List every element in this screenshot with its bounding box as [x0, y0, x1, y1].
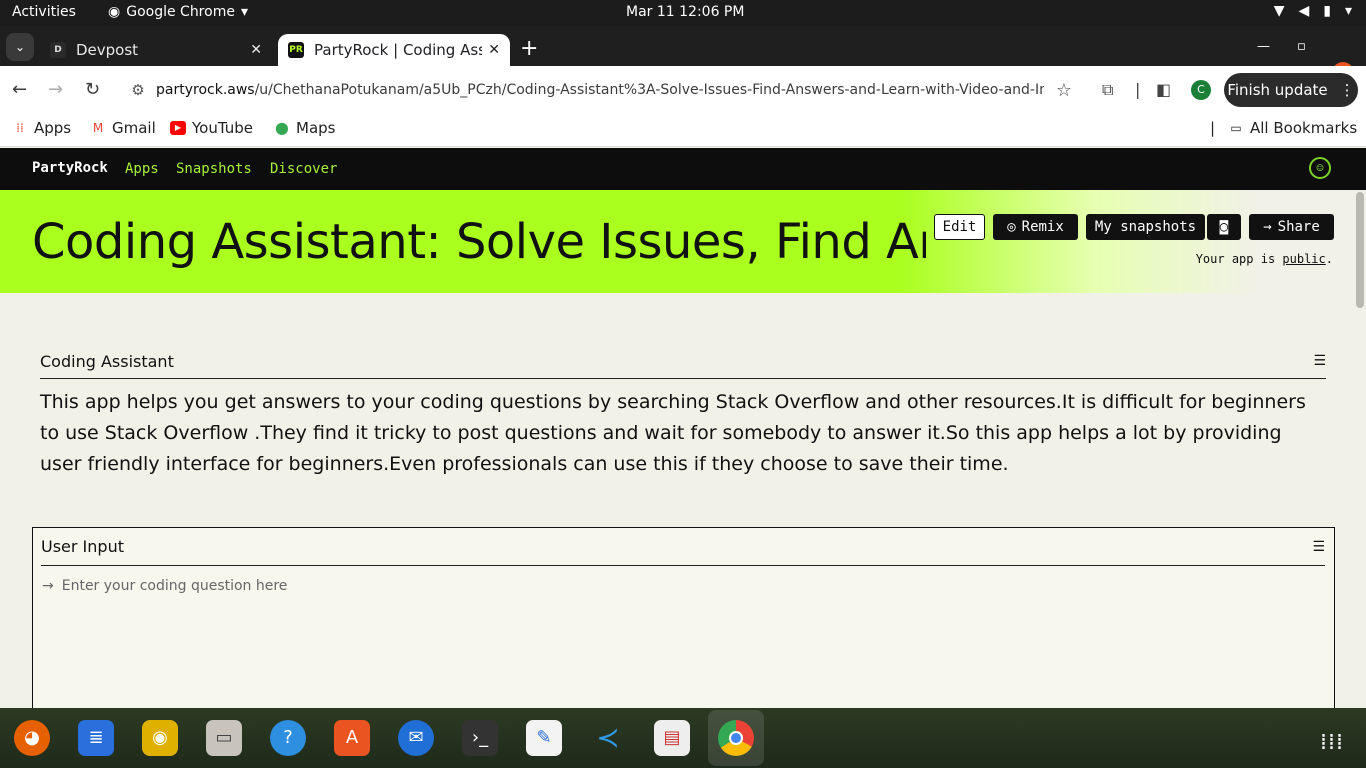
tab-search-button[interactable]: ⌄	[6, 33, 34, 61]
bookmark-maps[interactable]: ⬤ Maps	[274, 119, 335, 137]
help-icon[interactable]: ?	[270, 720, 306, 756]
camera-icon: ◙	[1219, 219, 1229, 235]
youtube-icon: ▶	[170, 121, 186, 135]
divider-icon: |	[1135, 80, 1141, 99]
share-button[interactable]: → Share	[1249, 214, 1334, 240]
remix-icon: ◎	[1007, 219, 1016, 235]
remix-button[interactable]: ◎ Remix	[993, 214, 1078, 240]
gmail-icon: M	[92, 121, 104, 135]
partyrock-logo[interactable]: PartyRock	[32, 160, 108, 176]
edit-button[interactable]: Edit	[934, 214, 985, 240]
app-menu-label: Google Chrome	[126, 4, 235, 20]
battery-icon: ▮	[1323, 3, 1331, 19]
extensions-icon[interactable]: ⧉	[1102, 80, 1113, 100]
bookmark-separator: |	[1210, 119, 1216, 137]
settings-sliders-icon[interactable]: ☰	[1312, 539, 1325, 555]
tab-strip: ⌄ D Devpost ✕ PR PartyRock | Coding Assi…	[0, 26, 1366, 84]
minimize-button[interactable]: —	[1257, 39, 1270, 54]
activities-button[interactable]: Activities	[12, 4, 76, 20]
url-text[interactable]: partyrock.aws/u/ChethanaPotukanam/a5Ub_P…	[156, 82, 1044, 98]
nav-discover[interactable]: Discover	[270, 161, 337, 177]
settings-sliders-icon[interactable]: ☰	[1313, 353, 1326, 369]
rhythmbox-icon[interactable]: ◉	[142, 720, 178, 756]
page-scrollbar[interactable]	[1356, 192, 1364, 308]
visibility-status: Your app is public.	[1195, 252, 1333, 266]
bookmark-gmail[interactable]: M Gmail	[90, 119, 156, 137]
my-snapshots-button[interactable]: My snapshots	[1086, 214, 1205, 240]
chrome-small-icon: ◉	[108, 4, 121, 20]
partyrock-favicon-icon: PR	[288, 42, 304, 58]
browser-toolbar: ← → ↻ ⚙ partyrock.aws/u/ChethanaPotukana…	[0, 66, 1366, 114]
camera-button[interactable]: ◙	[1207, 214, 1241, 240]
user-input-widget: User Input ☰ → Enter your coding questio…	[32, 527, 1335, 717]
site-info-icon[interactable]: ⚙	[120, 81, 156, 99]
wifi-icon: ▼	[1273, 3, 1285, 19]
vscode-icon[interactable]: ≺	[590, 720, 626, 756]
chrome-icon[interactable]	[718, 720, 754, 756]
forward-button[interactable]: →	[48, 79, 63, 100]
tab-title: Devpost	[76, 41, 139, 59]
widget-description: This app helps you get answers to your c…	[40, 391, 1306, 475]
bookmarks-bar: ⁞⁞ Apps M Gmail ▶ YouTube ⬤ Maps | ▭ All Book…	[0, 114, 1366, 147]
system-top-bar: Activities ◉ Google Chrome ▾ Mar 11 12:0…	[0, 0, 1366, 26]
kebab-menu-icon: ⋮	[1339, 81, 1355, 99]
widget-title: User Input	[41, 537, 124, 556]
question-input[interactable]: → Enter your coding question here	[42, 578, 1325, 594]
tab-partyrock[interactable]: PR PartyRock | Coding Assis ✕	[278, 34, 510, 66]
chevron-down-icon: ▾	[240, 4, 248, 20]
tab-devpost[interactable]: D Devpost ✕	[40, 34, 272, 66]
finish-update-button[interactable]: Finish update ⋮	[1224, 73, 1358, 107]
public-link[interactable]: public	[1282, 252, 1325, 266]
widget-title: Coding Assistant	[40, 351, 174, 371]
show-apps-grid-icon[interactable]: ⁞⁞⁞	[1320, 730, 1344, 755]
firefox-icon[interactable]: ◕	[14, 720, 50, 756]
all-bookmarks-button[interactable]: ▭ All Bookmarks	[1228, 119, 1357, 137]
devpost-favicon-icon: D	[50, 42, 66, 58]
app-title: Coding Assistant: Solve Issues, Find Ans…	[32, 214, 926, 270]
back-button[interactable]: ←	[12, 79, 27, 100]
tab-title: PartyRock | Coding Assis	[314, 41, 483, 59]
folder-icon: ▭	[1230, 121, 1242, 135]
nav-snapshots[interactable]: Snapshots	[176, 161, 252, 177]
app-menu[interactable]: ◉ Google Chrome ▾	[108, 4, 248, 20]
chevron-down-icon: ▾	[1344, 3, 1352, 19]
close-icon[interactable]: ✕	[488, 42, 500, 58]
reload-button[interactable]: ↻	[85, 79, 100, 100]
volume-icon: ◀	[1298, 3, 1310, 19]
new-tab-button[interactable]: +	[520, 36, 538, 61]
terminal-icon[interactable]: ›_	[462, 720, 498, 756]
dock: ◕ ≣ ◉ ▭ ? A ✉ ›_ ✎ ≺ ▤ ⁞⁞⁞	[0, 708, 1366, 768]
text-editor-icon[interactable]: ✎	[526, 720, 562, 756]
share-arrow-icon: →	[1263, 219, 1272, 235]
nav-apps[interactable]: Apps	[125, 161, 159, 177]
bookmark-star-icon[interactable]: ☆	[1044, 80, 1084, 101]
writer-icon[interactable]: ≣	[78, 720, 114, 756]
input-placeholder: Enter your coding question here	[61, 578, 288, 594]
maps-pin-icon: ⬤	[275, 121, 289, 135]
about-widget: Coding Assistant ☰ This app helps you ge…	[40, 344, 1326, 480]
maximize-button[interactable]: ▫	[1297, 39, 1306, 54]
app-center-icon[interactable]: A	[334, 720, 370, 756]
arrow-right-icon: →	[42, 578, 54, 594]
account-smiley-icon[interactable]: ☺	[1309, 157, 1331, 179]
app-header: Coding Assistant: Solve Issues, Find Ans…	[0, 190, 1366, 293]
partyrock-nav: PartyRock Apps Snapshots Discover ☺	[0, 148, 1366, 190]
address-bar[interactable]: ⚙ partyrock.aws/u/ChethanaPotukanam/a5Ub…	[120, 72, 1084, 108]
side-panel-icon[interactable]: ◧	[1156, 80, 1171, 99]
system-tray[interactable]: ▼ ◀ ▮ ▾	[1274, 3, 1352, 19]
apps-grid-icon: ⁞⁞	[16, 121, 24, 135]
files-icon[interactable]: ▭	[206, 720, 242, 756]
document-viewer-icon[interactable]: ▤	[654, 720, 690, 756]
profile-avatar[interactable]: C	[1191, 80, 1211, 100]
clock[interactable]: Mar 11 12:06 PM	[626, 4, 744, 20]
bookmark-youtube[interactable]: ▶ YouTube	[170, 119, 253, 137]
close-icon[interactable]: ✕	[250, 42, 262, 58]
thunderbird-icon[interactable]: ✉	[398, 720, 434, 756]
bookmark-apps[interactable]: ⁞⁞ Apps	[12, 119, 71, 137]
